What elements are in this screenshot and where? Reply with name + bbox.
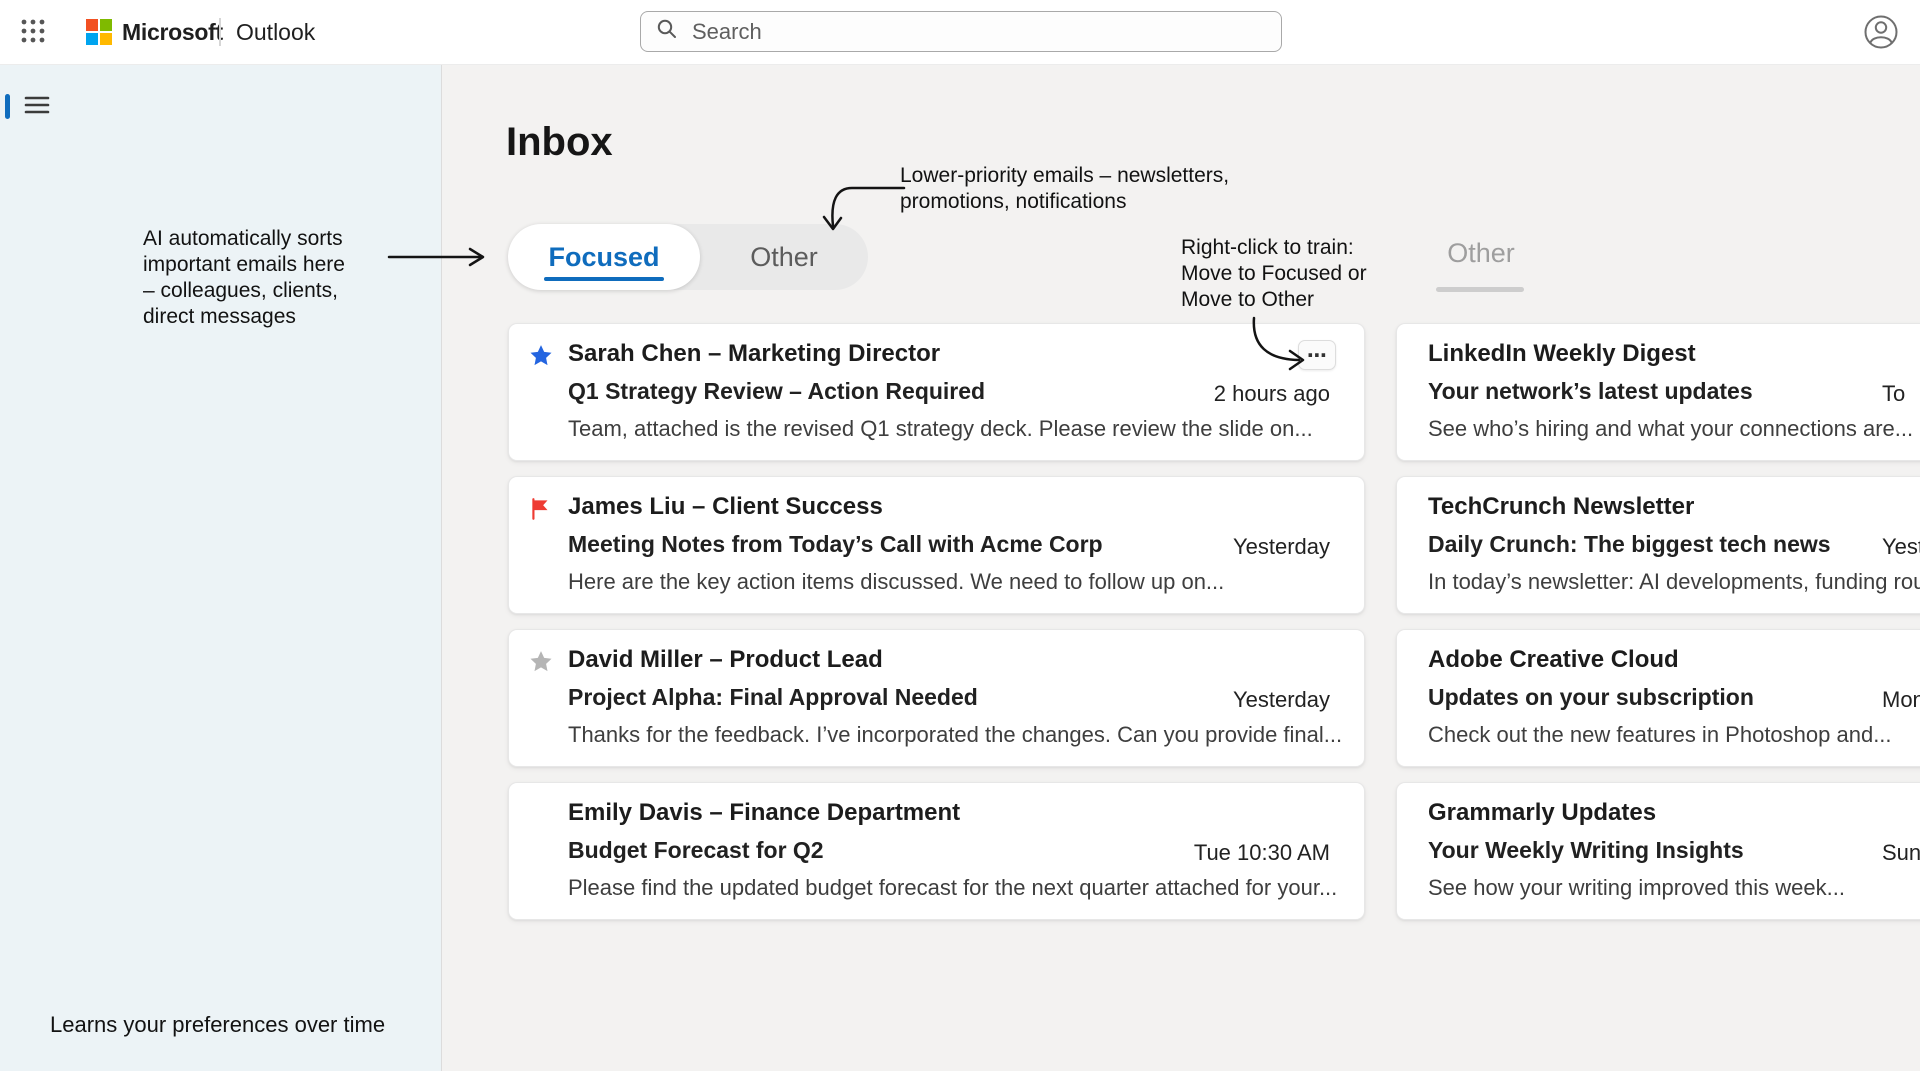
email-subject: Project Alpha: Final Approval Needed [568,684,978,711]
email-sender: Adobe Creative Cloud [1428,646,1679,674]
person-icon [1862,13,1900,54]
annotation-focused-note: AI automatically sorts important emails … [143,226,403,330]
annotation-other-note: Lower-priority emails – newsletters, pro… [900,163,1280,215]
email-preview: Team, attached is the revised Q1 strateg… [568,416,1313,442]
email-sender: David Miller – Product Lead [568,646,883,674]
email-time: Sun [1882,840,1920,866]
email-item-focused-1[interactable]: Sarah Chen – Marketing Director Q1 Strat… [508,323,1365,461]
email-preview: See how your writing improved this week.… [1428,875,1845,901]
email-time: To [1882,381,1905,407]
email-subject: Daily Crunch: The biggest tech news [1428,531,1831,558]
arrow-to-focused-tab [386,244,492,275]
annotation-train-note: Right-click to train: Move to Focused or… [1181,235,1401,313]
microsoft-logo-icon [86,19,112,45]
email-item-focused-2[interactable]: James Liu – Client Success Meeting Notes… [508,476,1365,614]
email-sender: James Liu – Client Success [568,493,883,521]
star-grey-icon[interactable] [528,649,554,675]
annotation-learns-note: Learns your preferences over time [50,1012,450,1038]
email-item-focused-3[interactable]: David Miller – Product Lead Project Alph… [508,629,1365,767]
email-item-focused-4[interactable]: Emily Davis – Finance Department Budget … [508,782,1365,920]
email-item-other-1[interactable]: LinkedIn Weekly Digest Your network’s la… [1396,323,1920,461]
sidebar [0,64,442,1071]
email-time: Yest [1882,534,1920,560]
nav-selected-accent [5,94,10,119]
email-sender: TechCrunch Newsletter [1428,493,1694,521]
star-filled-icon[interactable] [528,343,554,369]
account-button[interactable] [1861,13,1901,53]
email-subject: Your Weekly Writing Insights [1428,837,1744,864]
email-sender: Grammarly Updates [1428,799,1656,827]
email-preview: In today’s newsletter: AI developments, … [1428,569,1920,595]
email-sender: LinkedIn Weekly Digest [1428,340,1696,368]
search-icon [641,18,678,45]
hamburger-icon [24,94,50,119]
app-launcher-button[interactable] [14,13,52,51]
tab-focused-underline [544,277,664,281]
hamburger-menu-button[interactable] [20,90,54,122]
brand-name: Microsoft [122,0,223,64]
email-item-other-4[interactable]: Grammarly Updates Your Weekly Writing In… [1396,782,1920,920]
arrow-to-other-tab [812,178,908,243]
page-title: Inbox [506,120,613,165]
brand-divider [219,18,221,46]
email-item-other-2[interactable]: TechCrunch Newsletter Daily Crunch: The … [1396,476,1920,614]
email-subject: Your network’s latest updates [1428,378,1753,405]
app-name[interactable]: Outlook [236,0,315,64]
tab-focused-label: Focused [548,242,659,273]
tab-focused[interactable]: Focused [508,224,700,290]
other-column-label[interactable]: Other [1426,238,1536,269]
email-subject: Updates on your subscription [1428,684,1754,711]
email-time: Mon [1882,687,1920,713]
email-preview: Please find the updated budget forecast … [568,875,1337,901]
email-preview: Check out the new features in Photoshop … [1428,722,1892,748]
email-preview: See who’s hiring and what your connectio… [1428,416,1913,442]
email-time: 2 hours ago [1214,381,1330,407]
waffle-icon [18,16,48,49]
email-time: Yesterday [1233,687,1330,713]
arrow-to-more-button [1246,314,1318,381]
email-preview: Here are the key action items discussed.… [568,569,1224,595]
search-input[interactable] [690,18,1234,46]
flag-icon[interactable] [528,496,554,522]
email-time: Tue 10:30 AM [1194,840,1330,866]
email-time: Yesterday [1233,534,1330,560]
other-column-underline [1436,287,1524,292]
tab-other-label: Other [750,242,818,273]
email-item-other-3[interactable]: Adobe Creative Cloud Updates on your sub… [1396,629,1920,767]
email-subject: Meeting Notes from Today’s Call with Acm… [568,531,1103,558]
search-bar[interactable] [640,11,1282,52]
email-preview: Thanks for the feedback. I’ve incorporat… [568,722,1342,748]
email-sender: Sarah Chen – Marketing Director [568,340,940,368]
email-subject: Q1 Strategy Review – Action Required [568,378,985,405]
email-sender: Emily Davis – Finance Department [568,799,960,827]
email-subject: Budget Forecast for Q2 [568,837,824,864]
